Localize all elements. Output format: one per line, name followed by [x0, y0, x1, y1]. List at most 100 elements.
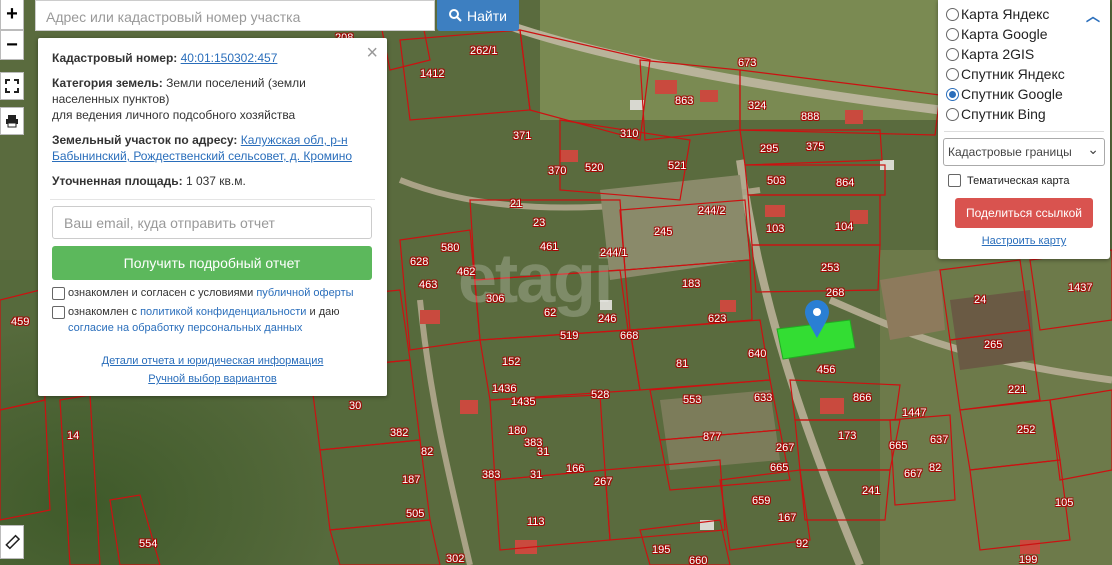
manual-selection-link[interactable]: Ручной выбор вариантов	[148, 373, 276, 385]
layer-label: Спутник Google	[961, 86, 1063, 102]
layer-radio[interactable]	[946, 47, 959, 61]
layer-label: Карта Яндекс	[961, 6, 1050, 22]
parcel-number-label: 31	[530, 469, 543, 481]
layer-option[interactable]: Карта 2GIS	[946, 44, 1102, 64]
parcel-number-label: 673	[738, 57, 757, 69]
layer-radio-group: Карта Яндекс Карта Google Карта 2GIS Спутни…	[946, 4, 1102, 124]
parcel-number-label: 267	[776, 442, 795, 454]
parcel-number-label: 244/2	[698, 205, 726, 217]
thematic-map-checkbox[interactable]	[948, 174, 961, 187]
category-use: для ведения личного подсобного хозяйства	[52, 108, 296, 122]
watermark: etagi	[458, 239, 613, 317]
parcel-number-label: 665	[770, 462, 789, 474]
layer-option[interactable]: Спутник Bing	[946, 104, 1102, 124]
share-link-button[interactable]: Поделиться ссылкой	[955, 198, 1093, 228]
offer-consent-checkbox[interactable]	[52, 287, 65, 300]
privacy-consent-checkbox[interactable]	[52, 306, 65, 319]
parcel-number-label: 195	[652, 544, 671, 556]
parcel-number-label: 30	[349, 400, 362, 412]
parcel-number-label: 267	[594, 476, 613, 488]
parcel-number-label: 864	[836, 177, 855, 189]
parcel-number-label: 459	[11, 316, 30, 328]
layer-radio[interactable]	[946, 7, 959, 21]
parcel-number-label: 1447	[902, 407, 927, 419]
parcel-number-label: 503	[767, 175, 786, 187]
parcel-number-label: 866	[853, 392, 872, 404]
parcel-number-label: 580	[441, 242, 460, 254]
search-button[interactable]: Найти	[437, 0, 519, 31]
parcel-number-label: 1412	[420, 68, 445, 80]
parcel-number-label: 519	[560, 330, 579, 342]
parcel-number-label: 667	[904, 468, 923, 480]
layer-option[interactable]: Карта Яндекс	[946, 4, 1102, 24]
layer-radio[interactable]	[946, 67, 959, 81]
cadastral-number-row: Кадастровый номер: 40:01:150302:457	[52, 50, 373, 66]
zoom-in-button[interactable]: +	[0, 0, 24, 30]
parcel-number-label: 166	[566, 463, 585, 475]
thematic-map-label: Тематическая карта	[967, 174, 1070, 187]
land-category-row: Категория земель: Земли поселений (земли…	[52, 75, 373, 123]
ruler-icon[interactable]	[0, 525, 24, 559]
personal-data-consent-link[interactable]: согласие на обработку персональных данны…	[68, 322, 302, 334]
layer-option[interactable]: Спутник Яндекс	[946, 64, 1102, 84]
get-report-button[interactable]: Получить подробный отчет	[52, 246, 372, 280]
parcel-number-label: 14	[67, 430, 80, 442]
zoom-out-button[interactable]: −	[0, 30, 24, 60]
layer-option[interactable]: Карта Google	[946, 24, 1102, 44]
email-field[interactable]: Ваш email, куда отправить отчет	[52, 206, 372, 239]
parcel-number-label: 633	[754, 392, 773, 404]
overlay-select[interactable]: Кадастровые границы	[943, 138, 1105, 166]
layer-radio[interactable]	[946, 27, 959, 41]
address-row: Земельный участок по адресу: Калужская о…	[52, 132, 373, 164]
layer-option[interactable]: Спутник Google	[946, 84, 1102, 104]
fullscreen-icon[interactable]	[0, 72, 24, 100]
layer-label: Карта 2GIS	[961, 46, 1035, 62]
cadastral-label: Кадастровый номер:	[52, 51, 178, 65]
parcel-number-label: 623	[708, 313, 727, 325]
parcel-number-label: 382	[390, 427, 409, 439]
parcel-number-label: 244/1	[600, 247, 628, 259]
public-offer-link[interactable]: публичной оферты	[256, 287, 353, 299]
report-details-link[interactable]: Детали отчета и юридическая информация	[102, 355, 324, 367]
parcel-number-label: 103	[766, 223, 785, 235]
parcel-number-label: 310	[620, 128, 639, 140]
parcel-number-label: 383	[482, 469, 501, 481]
close-icon[interactable]: ×	[366, 42, 378, 65]
layer-radio[interactable]	[946, 107, 959, 121]
configure-map-link[interactable]: Настроить карту	[946, 235, 1102, 247]
parcel-number-label: 521	[668, 160, 687, 172]
privacy-consent-text: ознакомлен с	[68, 306, 138, 318]
parcel-number-label: 462	[457, 266, 476, 278]
parcel-number-label: 246	[598, 313, 617, 325]
parcel-number-label: 505	[406, 508, 425, 520]
privacy-consent-row: ознакомлен с политикой конфиденциальност…	[52, 304, 373, 336]
cadastral-number-link[interactable]: 40:01:150302:457	[181, 51, 278, 65]
parcel-number-label: 183	[682, 278, 701, 290]
parcel-number-label: 1436	[492, 383, 517, 395]
address-label: Земельный участок по адресу:	[52, 133, 238, 147]
parcel-number-label: 324	[748, 100, 767, 112]
parcel-number-label: 262/1	[470, 45, 498, 57]
parcel-number-label: 370	[548, 165, 567, 177]
collapse-chevron-icon[interactable]: ︿	[1086, 6, 1100, 26]
parcel-number-label: 668	[620, 330, 639, 342]
search-input[interactable]: Адрес или кадастровый номер участка	[35, 0, 435, 31]
print-icon[interactable]	[0, 107, 24, 135]
thematic-map-row: Тематическая карта	[948, 174, 1102, 187]
parcel-number-label: 520	[585, 162, 604, 174]
parcel-number-label: 302	[446, 553, 465, 565]
parcel-number-label: 199	[1019, 554, 1038, 565]
privacy-policy-link[interactable]: политикой конфиденциальности	[140, 306, 306, 318]
layer-radio[interactable]	[946, 87, 959, 101]
parcel-number-label: 21	[510, 198, 523, 210]
parcel-number-label: 553	[683, 394, 702, 406]
parcel-number-label: 62	[544, 307, 557, 319]
parcel-number-label: 554	[139, 538, 158, 550]
parcel-number-label: 253	[821, 262, 840, 274]
offer-consent-text: ознакомлен и согласен с условиями	[68, 287, 254, 299]
parcel-number-label: 241	[862, 485, 881, 497]
parcel-number-label: 167	[778, 512, 797, 524]
search-button-label: Найти	[467, 7, 507, 24]
parcel-number-label: 187	[402, 474, 421, 486]
parcel-number-label: 295	[760, 143, 779, 155]
